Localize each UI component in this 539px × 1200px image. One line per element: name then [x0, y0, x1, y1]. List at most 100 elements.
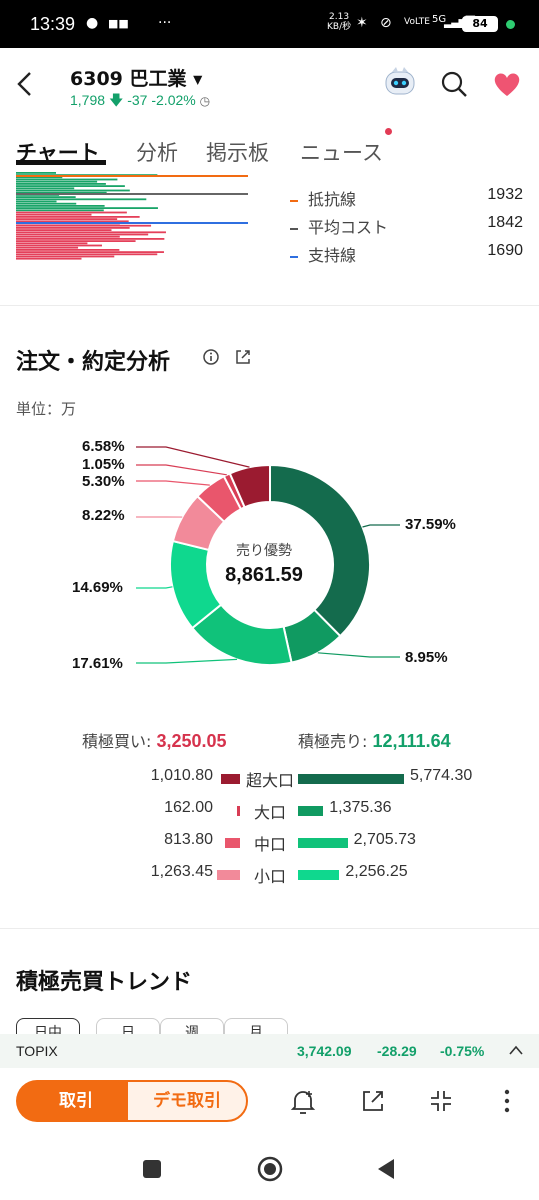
dropdown-icon[interactable]: ▼: [193, 73, 202, 87]
clock-icon: ◷: [199, 94, 211, 108]
legend-support: 支持線: [290, 242, 356, 266]
share-icon[interactable]: [360, 1088, 386, 1114]
pct-label-super-large-buy: 6.58%: [82, 438, 125, 455]
order-analysis-title: 注文・約定分析: [16, 350, 171, 375]
volume-bar: [16, 231, 166, 234]
volume-bar: [16, 253, 158, 256]
stock-title[interactable]: 6309 巴工業 ▼: [70, 64, 202, 91]
orange-dash-icon: [290, 199, 298, 202]
volume-bar: [16, 242, 88, 245]
more-vertical-icon[interactable]: [500, 1088, 514, 1114]
share-icon[interactable]: [234, 348, 252, 366]
pct-label-small-sell: 14.69%: [72, 579, 123, 596]
volume-bar: [16, 224, 152, 227]
alert-bell-icon[interactable]: [290, 1088, 316, 1116]
volume-bar: [16, 202, 77, 205]
demo-trade-button[interactable]: デモ取引: [126, 1080, 248, 1122]
breakdown-buy-value: 1,010.80: [150, 767, 213, 784]
trade-button[interactable]: 取引: [16, 1080, 136, 1122]
index-change-pct: -0.75%: [440, 1043, 485, 1059]
leader-line: [136, 658, 238, 664]
chevron-up-icon[interactable]: [508, 1044, 524, 1056]
buy-bar: [221, 774, 240, 784]
battery-icon: 84: [462, 16, 498, 32]
tab-board[interactable]: 掲示板: [206, 137, 269, 167]
legend-avg-cost-value: 1842: [487, 214, 523, 231]
volume-bar: [16, 235, 120, 238]
location-icon: ●: [86, 15, 99, 31]
volume-bar: [16, 255, 115, 258]
trend-title: 積極売買トレンド: [16, 970, 193, 995]
volume-bar: [16, 178, 118, 181]
status-bar: 13:39 ● ■■ ··· 2.13 KB/秒 ✶ ⊘ VoLTE 5G ▂▃▅…: [0, 0, 539, 48]
blue-dash-icon: [290, 255, 298, 258]
breakdown-sell-value: 5,774.30: [410, 767, 473, 784]
breakdown-row: 162.00 大口 1,375.36: [0, 799, 539, 823]
volume-bar: [16, 233, 149, 236]
volume-profile-chart: [16, 172, 248, 260]
volume-bar: [16, 251, 164, 253]
sell-bar: [298, 838, 348, 848]
section-divider: [0, 928, 539, 929]
info-icon[interactable]: [202, 348, 220, 366]
breakdown-buy-value: 1,263.45: [150, 863, 213, 880]
volume-bar: [16, 246, 79, 249]
news-badge-dot: [385, 128, 392, 135]
pct-label-small-buy: 8.22%: [82, 507, 125, 524]
back-icon[interactable]: [14, 70, 38, 98]
pct-label-large-sell: 8.95%: [405, 649, 448, 666]
bluetooth-icon: ✶: [356, 15, 368, 31]
volume-bar: [16, 211, 127, 214]
back-nav-icon[interactable]: [376, 1158, 396, 1180]
breakdown-label: 超大口: [245, 771, 294, 790]
gray-dash-icon: [290, 227, 298, 230]
volume-bar: [16, 183, 106, 185]
donut-center-label: 売り優勢: [236, 543, 292, 559]
pct-label-large-buy: 1.05%: [82, 456, 125, 473]
system-nav-bar: [0, 1136, 539, 1200]
leader-line: [136, 586, 173, 589]
leader-line: [362, 524, 400, 528]
aggressive-buy-summary: 積極買い: 3,250.05: [82, 731, 227, 751]
price-change-pct: -2.02%: [151, 92, 196, 108]
ai-assistant-icon[interactable]: [382, 66, 418, 98]
volume-bar: [16, 249, 120, 251]
volume-bar: [16, 244, 102, 247]
volte-icon: VoLTE: [404, 17, 430, 27]
volume-bar: [16, 180, 98, 183]
section-divider: [0, 305, 539, 306]
breakdown-sell-value: 2,705.73: [353, 831, 416, 848]
pct-label-medium-sell: 17.61%: [72, 655, 123, 672]
favorite-heart-icon[interactable]: [492, 70, 522, 98]
volume-bar: [16, 227, 130, 229]
breakdown-label: 大口: [253, 803, 286, 822]
volume-bar: [16, 200, 57, 203]
donut-center-value: 8,861.59: [225, 564, 303, 586]
volume-bar: [16, 240, 136, 242]
collapse-icon[interactable]: [428, 1088, 454, 1114]
notification-icon: ■■: [108, 17, 129, 30]
volume-bar: [16, 207, 158, 209]
breakdown-label: 小口: [253, 867, 286, 886]
aggressive-sell-value: 12,111.64: [372, 731, 451, 751]
legend-avg-cost: 平均コスト: [290, 214, 388, 238]
buy-bar: [216, 870, 240, 880]
mute-icon: ⊘: [380, 15, 392, 31]
volume-bar: [16, 205, 105, 207]
search-icon[interactable]: [440, 70, 468, 98]
tab-news[interactable]: ニュース: [300, 137, 383, 167]
index-ticker-bar[interactable]: TOPIX 3,742.09 -28.29 -0.75%: [0, 1034, 539, 1068]
status-time: 13:39: [30, 14, 76, 34]
volume-bar: [16, 229, 112, 231]
volume-bar: [16, 198, 147, 201]
breakdown-row: 1,010.80 超大口 5,774.30: [0, 767, 539, 791]
buy-bar: [237, 806, 240, 816]
home-icon[interactable]: [257, 1156, 283, 1182]
recent-apps-icon[interactable]: [143, 1160, 161, 1178]
volume-bar: [16, 209, 104, 212]
leader-line: [317, 652, 400, 658]
net-speed: 2.13 KB/秒: [327, 12, 352, 32]
buy-bar: [225, 838, 240, 848]
more-notifications-icon: ···: [158, 15, 172, 31]
tab-analysis[interactable]: 分析: [136, 137, 178, 167]
